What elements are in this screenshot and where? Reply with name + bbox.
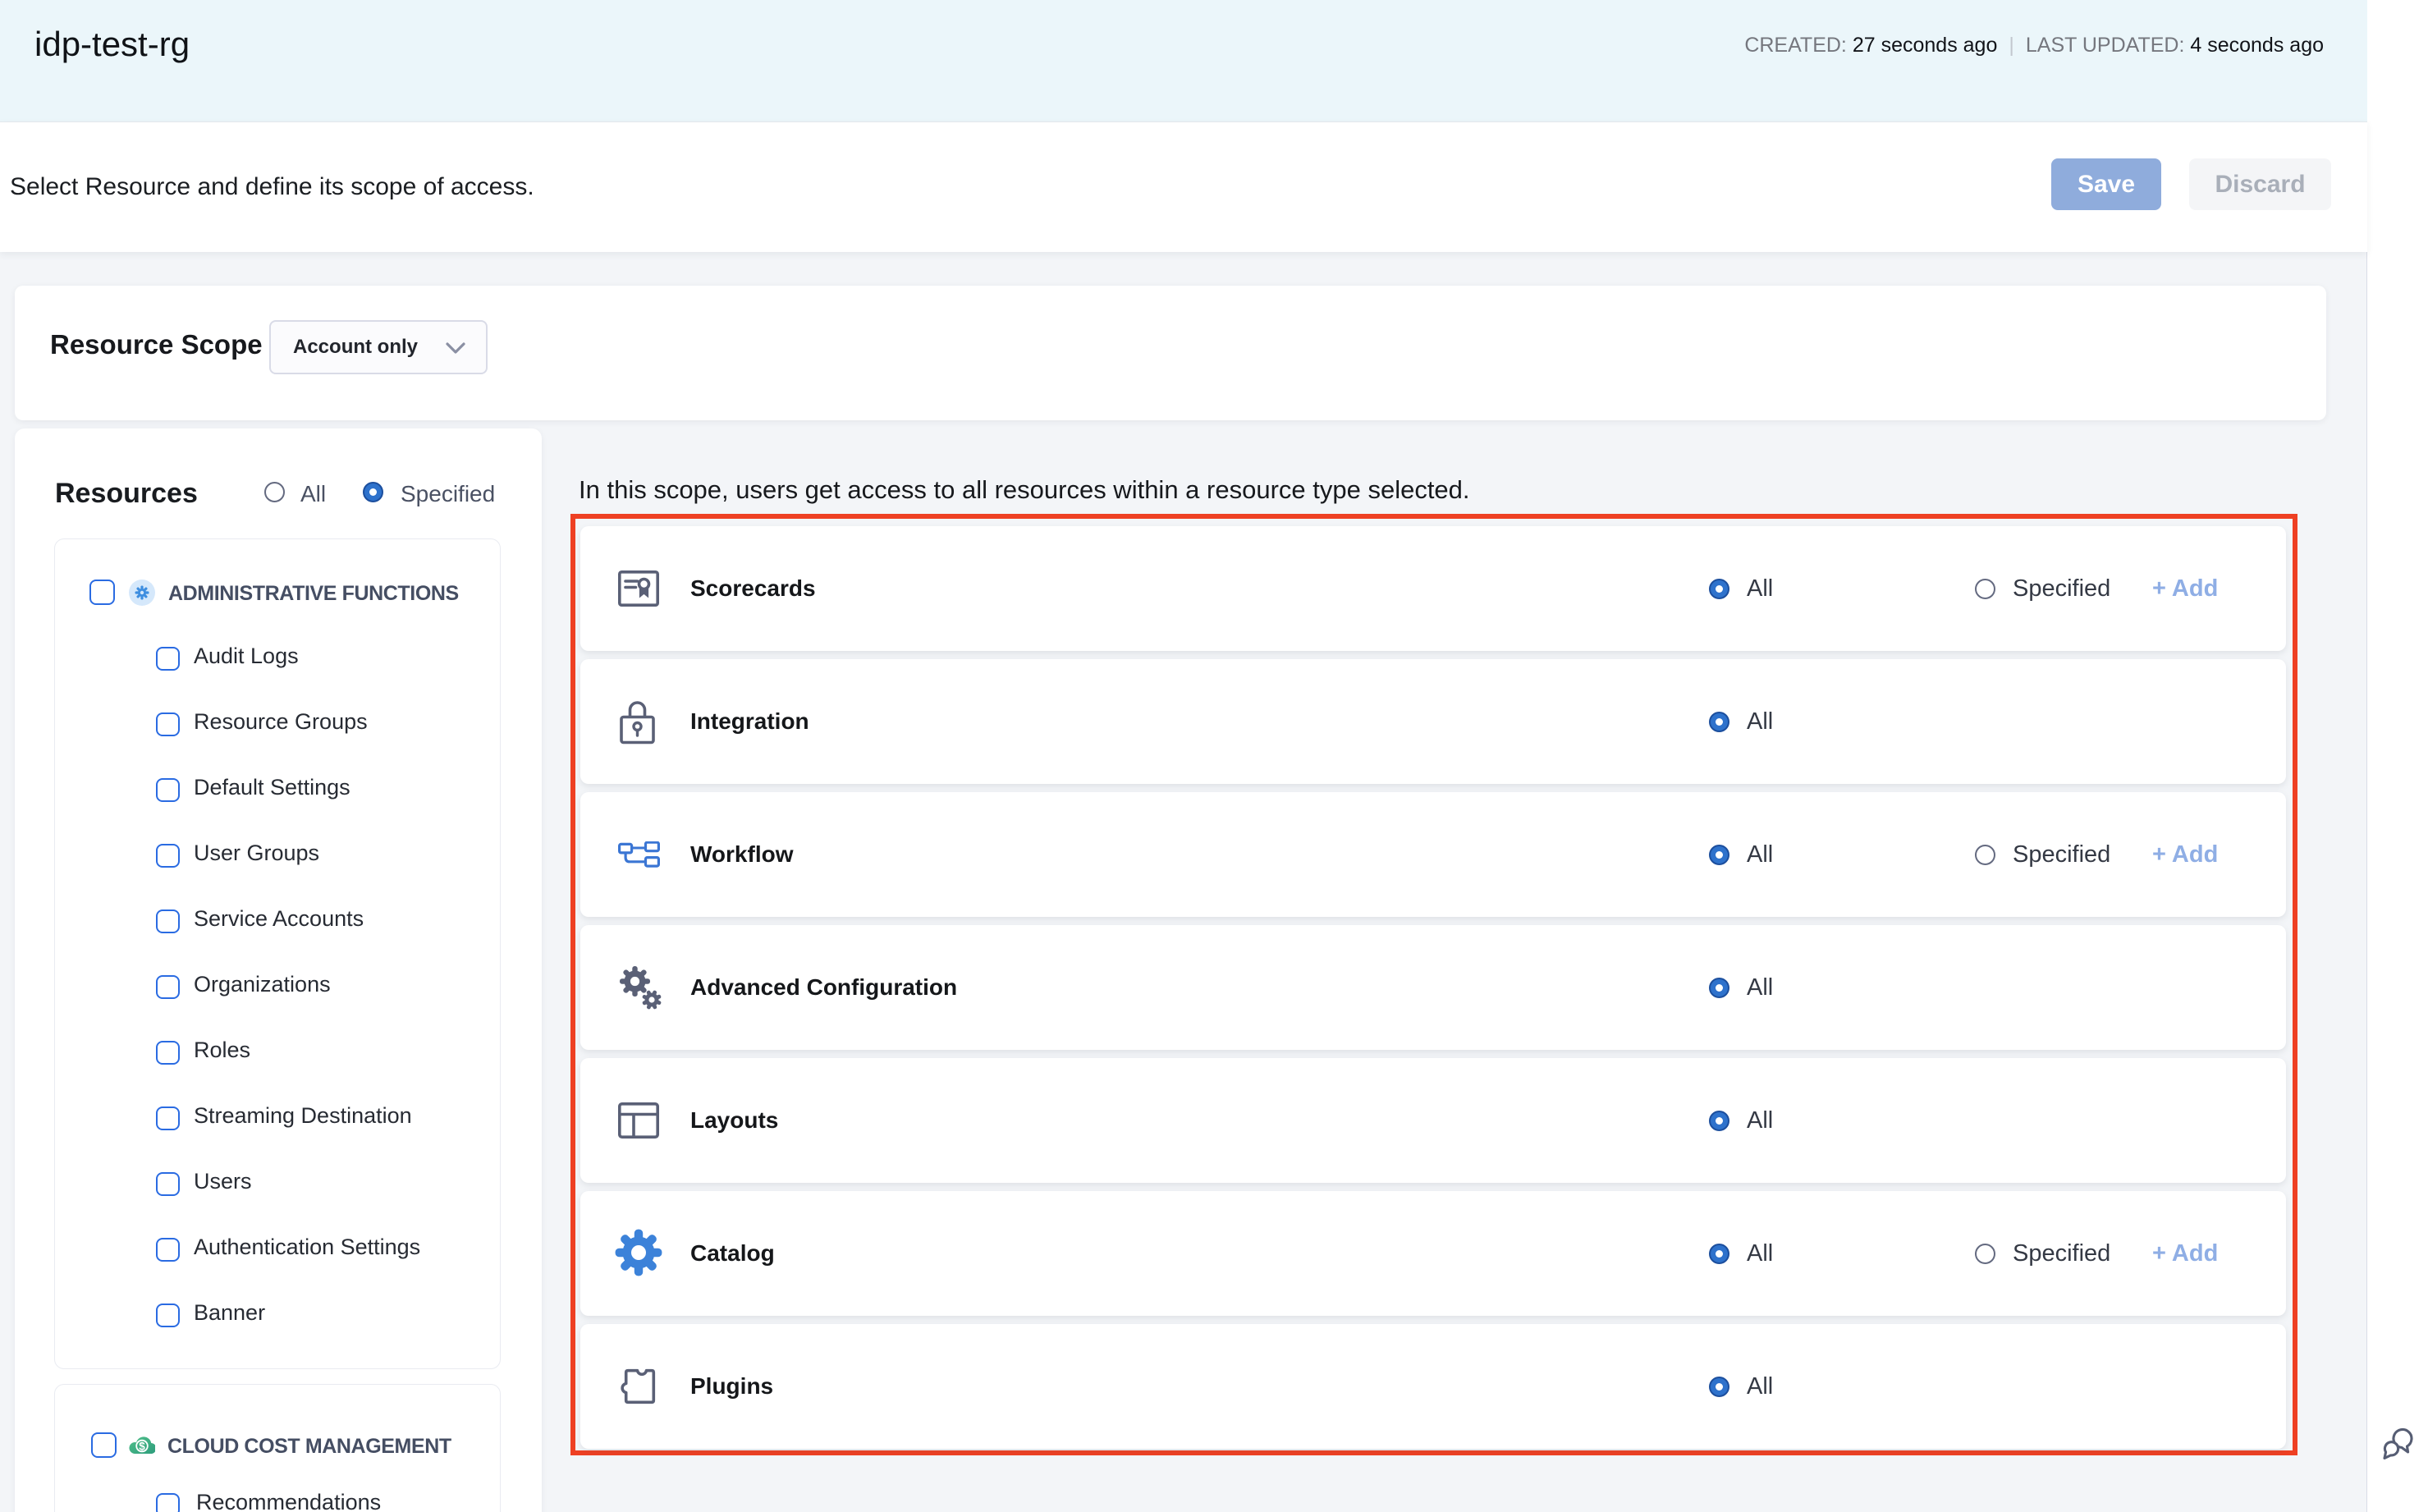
svg-text:$: $ — [139, 1440, 145, 1452]
